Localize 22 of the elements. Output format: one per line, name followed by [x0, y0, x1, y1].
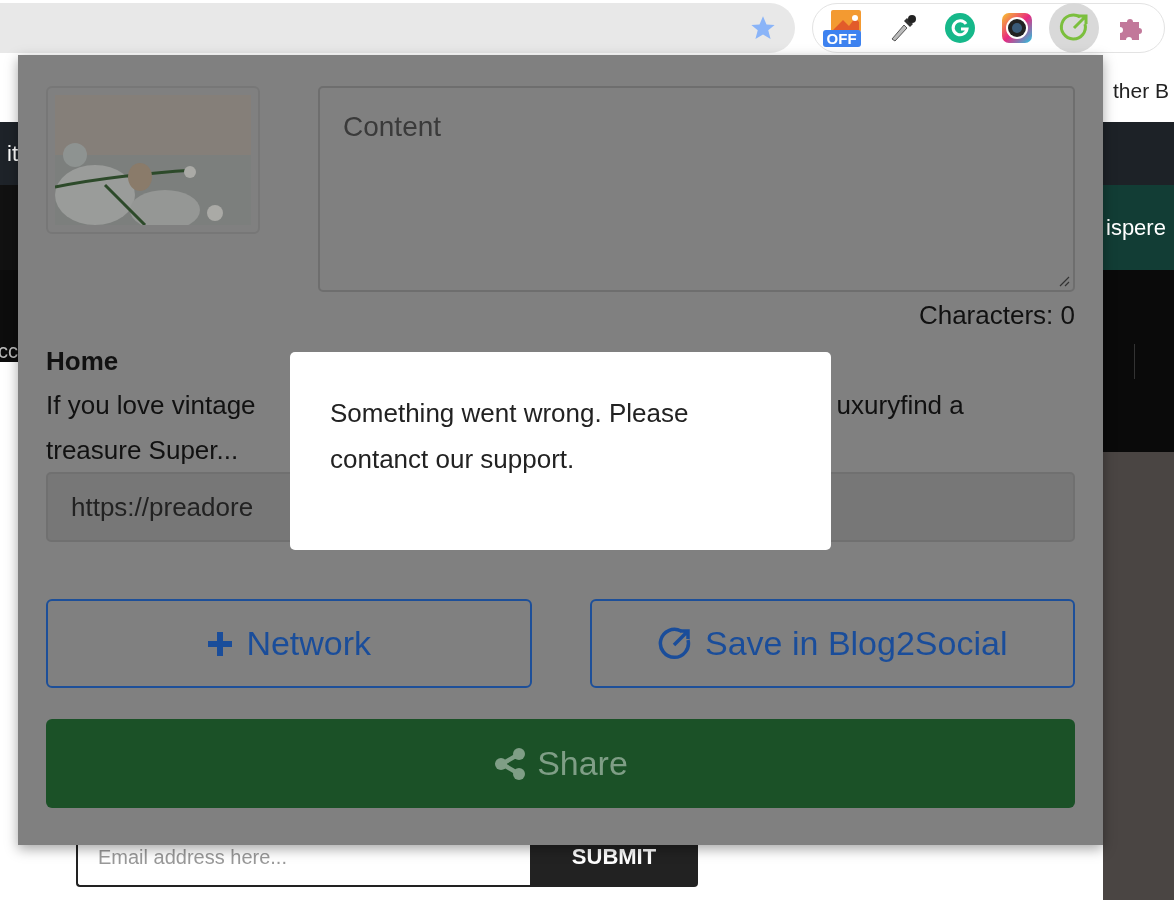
description-text: If you love vintage — [46, 389, 256, 422]
extension-button[interactable]: OFF — [820, 2, 871, 53]
nav-bar — [1103, 122, 1174, 185]
post-title: Home — [46, 345, 120, 378]
content-textarea[interactable]: Content — [318, 86, 1075, 292]
refresh-circle-icon — [943, 11, 976, 44]
character-count: Characters: 0 — [918, 300, 1075, 330]
banner-text: ispere — [1106, 214, 1166, 242]
description-text: uxuryfind a — [836, 389, 964, 422]
resize-handle-icon[interactable] — [1058, 275, 1070, 287]
bookmark-text: ther B — [1112, 78, 1170, 104]
off-badge: OFF — [822, 29, 861, 47]
share-button[interactable]: Share — [46, 719, 1075, 808]
save-button[interactable]: Save in Blog2Social — [589, 599, 1075, 688]
alert-message: Something went wrong. Please contanct our support. — [330, 397, 690, 476]
share-icon — [493, 746, 528, 781]
nav-text: it — [7, 140, 18, 168]
camera-lens-icon — [1002, 12, 1033, 43]
plus-icon — [206, 629, 235, 658]
network-button[interactable]: Network — [46, 599, 532, 688]
description-text: treasure Super... — [46, 434, 239, 467]
image-icon — [830, 9, 861, 32]
